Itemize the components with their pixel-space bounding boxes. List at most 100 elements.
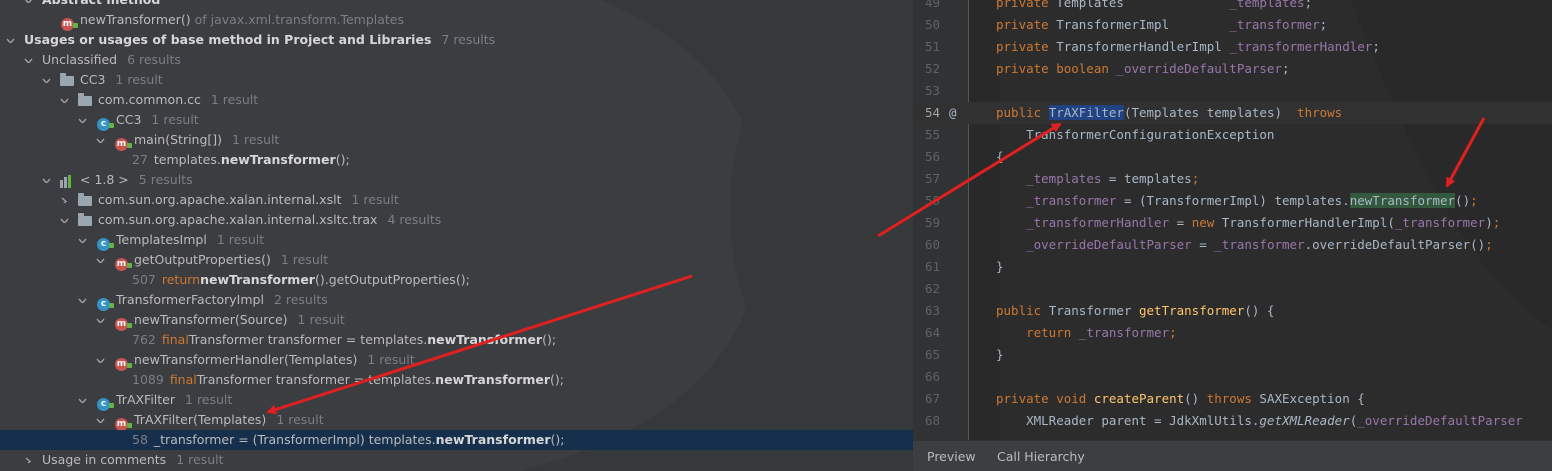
tree-row[interactable]: CC3 1 result — [0, 70, 913, 90]
tree-row[interactable]: 762 final Transformer transformer = templ… — [0, 330, 913, 350]
code-line: 63 public Transformer getTransformer() { — [913, 300, 1552, 322]
tree-row-content: com.sun.org.apache.xalan.internal.xslt 1 … — [60, 191, 399, 209]
tree-text: newTransformer — [435, 432, 551, 447]
code-line: 51 private TransformerHandlerImpl _transf… — [913, 36, 1552, 58]
code-token: getXMLReader — [1259, 413, 1350, 428]
tree-row-content: Usages or usages of base method in Proje… — [6, 31, 495, 49]
tree-row-content: com.common.cc 1 result — [60, 91, 258, 109]
tree-text: CC3 — [116, 112, 142, 127]
code-token: public — [996, 105, 1049, 120]
tree-text: getOutputProperties() — [134, 252, 271, 267]
class-icon: c — [96, 113, 114, 131]
code-token: _transformerHandler — [1229, 39, 1373, 54]
tree-row-content: c CC3 1 result — [78, 111, 199, 131]
tree-row[interactable]: com.sun.org.apache.xalan.internal.xslt 1 … — [0, 190, 913, 210]
code-token: } — [996, 347, 1004, 362]
chevron-right-icon[interactable] — [24, 457, 33, 463]
chevron-down-icon[interactable] — [6, 37, 15, 43]
line-number: 60 — [924, 237, 940, 252]
tree-row[interactable]: Abstract method — [0, 0, 913, 10]
code-token: = (TransformerImpl) templates. — [1116, 193, 1350, 208]
tree-row[interactable]: 1089 final Transformer transformer = temp… — [0, 370, 913, 390]
chevron-down-icon[interactable] — [42, 77, 51, 83]
code-line: 58 _transformer = (TransformerImpl) temp… — [913, 190, 1552, 212]
chevron-right-icon[interactable] — [60, 197, 69, 203]
tree-row[interactable]: com.sun.org.apache.xalan.internal.xsltc.… — [0, 210, 913, 230]
tree-row[interactable]: m main(String[]) 1 result — [0, 130, 913, 151]
code-token: ; — [1191, 171, 1200, 186]
tree-row-content: 1089 final Transformer transformer = temp… — [114, 371, 564, 389]
code-text: _overrideDefaultParser = _transformer.ov… — [996, 237, 1493, 253]
chevron-down-icon[interactable] — [96, 357, 105, 363]
chevron-down-icon[interactable] — [60, 97, 69, 103]
tree-row[interactable]: c TemplatesImpl 1 result — [0, 230, 913, 251]
code-token: private boolean — [996, 61, 1117, 76]
code-text: { — [996, 149, 1004, 165]
code-token: createParent — [1093, 391, 1185, 406]
tree-row[interactable]: m TrAXFilter(Templates) 1 result — [0, 410, 913, 431]
tree-row[interactable]: m newTransformer() of javax.xml.transform.… — [0, 10, 913, 31]
tree-text: newTransformerHandler(Templates) — [134, 352, 358, 367]
override-marker-icon[interactable]: @ — [949, 105, 957, 121]
chevron-down-icon[interactable] — [78, 397, 87, 403]
tree-row[interactable]: m newTransformer(Source) 1 result — [0, 310, 913, 331]
chevron-down-icon[interactable] — [42, 177, 51, 183]
tree-row[interactable]: c CC3 1 result — [0, 110, 913, 131]
tree-row[interactable]: Unclassified 6 results — [0, 50, 913, 70]
tab-preview[interactable]: Preview — [927, 441, 976, 471]
tree-row-content: c TrAXFilter 1 result — [78, 391, 232, 411]
code-text: return _transformer; — [996, 325, 1177, 341]
tree-text: (); — [542, 332, 557, 347]
code-text: TransformerConfigurationException — [996, 127, 1274, 143]
tree-row-content: < 1.8 > 5 results — [42, 171, 193, 189]
result-count: 5 results — [138, 172, 193, 187]
tree-text: (); — [550, 432, 565, 447]
chevron-down-icon[interactable] — [24, 0, 33, 3]
tree-row[interactable]: Usage in comments 1 result — [0, 450, 913, 470]
tree-text: return — [161, 272, 201, 287]
line-number: 58 — [924, 193, 940, 208]
code-line: 50 private TransformerImpl _transformer; — [913, 14, 1552, 36]
tree-text: Abstract method — [42, 0, 160, 9]
tree-row[interactable]: c TransformerFactoryImpl 2 results — [0, 290, 913, 311]
tab-call-hierarchy[interactable]: Call Hierarchy — [997, 441, 1085, 471]
chevron-down-icon[interactable] — [78, 237, 87, 243]
code-token: private — [996, 0, 1057, 10]
tree-row[interactable]: c TrAXFilter 1 result — [0, 390, 913, 411]
code-text: _transformerHandler = new TransformerHan… — [996, 215, 1500, 231]
find-usages-panel: Abstract methodmnewTransformer()of javax… — [0, 0, 913, 471]
tree-row[interactable]: Usages or usages of base method in Proje… — [0, 30, 913, 50]
result-count: 1 result — [351, 192, 399, 207]
chevron-down-icon[interactable] — [96, 417, 105, 423]
tree-row-content: c TemplatesImpl 1 result — [78, 231, 264, 251]
chevron-down-icon[interactable] — [96, 137, 105, 143]
tree-row[interactable]: m getOutputProperties() 1 result — [0, 250, 913, 271]
tree-row-content: 507 return newTransformer ().getOutputProp… — [114, 271, 470, 289]
package-icon — [78, 212, 93, 228]
code-text: XMLReader parent = JdkXmlUtils.getXMLRea… — [996, 413, 1523, 429]
chevron-down-icon[interactable] — [96, 317, 105, 323]
chevron-down-icon[interactable] — [78, 117, 87, 123]
tree-row[interactable]: < 1.8 > 5 results — [0, 170, 913, 190]
chevron-down-icon[interactable] — [78, 297, 87, 303]
tree-row[interactable]: com.common.cc 1 result — [0, 90, 913, 110]
tree-text: Unclassified — [42, 52, 118, 67]
tree-row[interactable]: 58 _transformer = (TransformerImpl) templ… — [0, 430, 913, 450]
chevron-down-icon[interactable] — [24, 57, 33, 63]
chevron-down-icon[interactable] — [60, 217, 69, 223]
class-icon: c — [96, 233, 114, 251]
chevron-down-icon[interactable] — [96, 257, 105, 263]
code-token: _transformerHandler — [1026, 215, 1170, 230]
code-token: .overrideDefaultParser() — [1304, 237, 1486, 252]
code-token: ; — [1282, 61, 1290, 76]
code-token: _overrideDefaultParser — [1357, 413, 1523, 428]
tree-row[interactable]: m newTransformerHandler(Templates) 1 resul… — [0, 350, 913, 371]
code-token: public — [996, 303, 1049, 318]
method-icon: m — [114, 313, 132, 331]
tree-row[interactable]: 507 return newTransformer ().getOutputProp… — [0, 270, 913, 290]
tree-text: TrAXFilter(Templates) — [134, 412, 267, 427]
code-line: 68 XMLReader parent = JdkXmlUtils.getXML… — [913, 410, 1552, 432]
tree-row[interactable]: 27 templates. newTransformer (); — [0, 150, 913, 170]
code-line: 55 TransformerConfigurationException — [913, 124, 1552, 146]
